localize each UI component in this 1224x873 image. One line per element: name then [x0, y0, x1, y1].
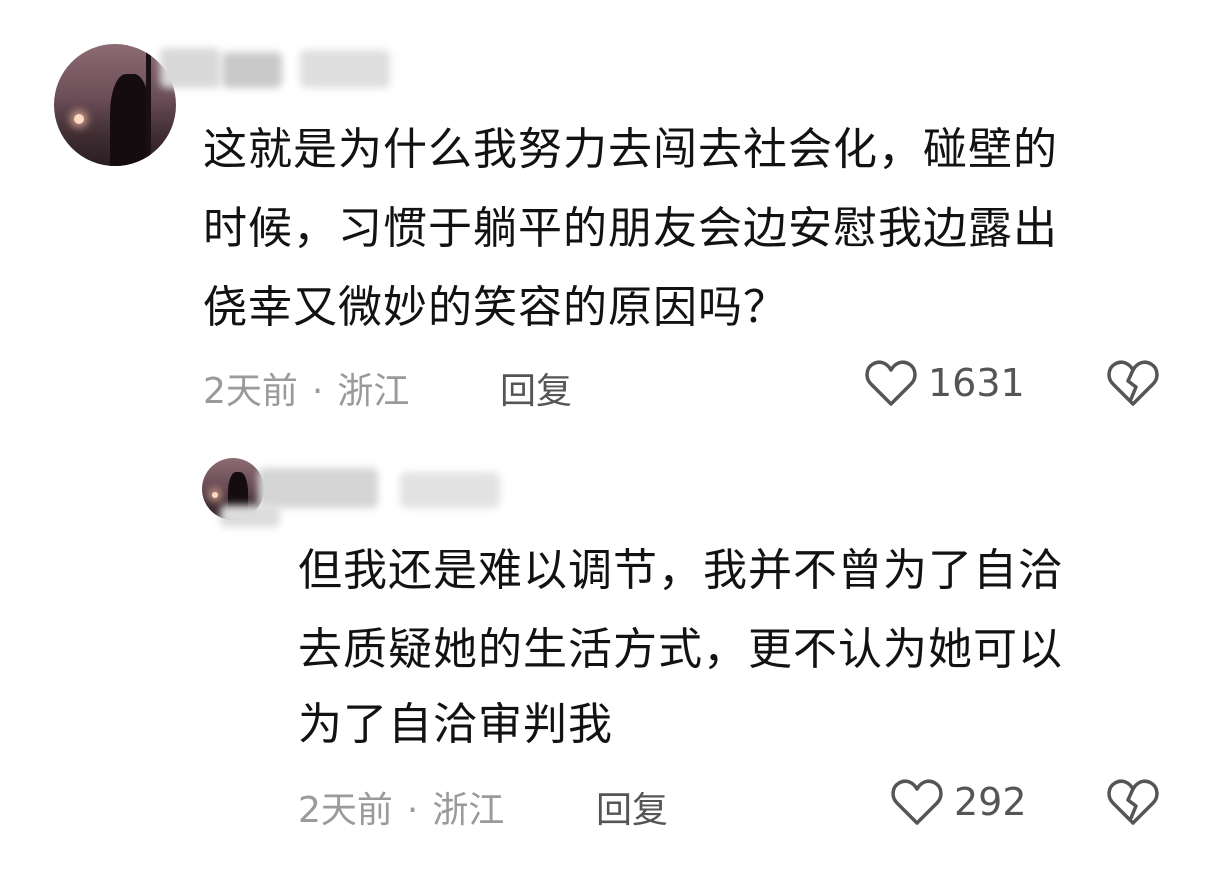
avatar[interactable]	[54, 44, 176, 166]
comment-text-line: 这就是为什么我努力去闯去社会化，碰壁的	[203, 124, 1058, 175]
username-blurred[interactable]	[160, 48, 220, 88]
like-count: 292	[954, 780, 1027, 824]
username-blurred	[400, 472, 500, 508]
heart-outline-icon	[864, 357, 918, 409]
meta-separator: ·	[406, 790, 419, 831]
like-button[interactable]: 292	[890, 776, 1027, 828]
comment-text-line: 为了自洽审判我	[298, 699, 613, 750]
heart-outline-icon	[890, 776, 944, 828]
broken-heart-icon	[1106, 779, 1160, 832]
comment-text-line: 去质疑她的生活方式，更不认为她可以	[298, 624, 1063, 675]
comment-location: 浙江	[432, 790, 505, 831]
comment-meta: 2天前 · 浙江	[203, 362, 409, 414]
comment-location: 浙江	[337, 371, 410, 412]
reply-button[interactable]: 回复	[500, 362, 572, 414]
comment-time: 2天前	[203, 371, 298, 412]
username-blurred	[220, 505, 280, 527]
comment-text-line: 但我还是难以调节，我并不曾为了自洽	[298, 545, 1063, 596]
username-blurred	[222, 52, 282, 88]
comment-time: 2天前	[298, 790, 393, 831]
comment-text-line: 侥幸又微妙的笑容的原因吗？	[203, 282, 788, 333]
comment-meta: 2天前 · 浙江	[298, 781, 504, 833]
dislike-button[interactable]	[1106, 776, 1160, 832]
like-button[interactable]: 1631	[864, 357, 1025, 409]
meta-separator: ·	[311, 371, 324, 412]
username-blurred[interactable]	[258, 468, 378, 508]
reply-button[interactable]: 回复	[596, 781, 668, 833]
like-count: 1631	[928, 361, 1025, 405]
broken-heart-icon	[1106, 360, 1160, 413]
dislike-button[interactable]	[1106, 357, 1160, 413]
username-blurred	[300, 50, 390, 88]
comment-text-line: 时候，习惯于躺平的朋友会边安慰我边露出	[203, 203, 1058, 254]
